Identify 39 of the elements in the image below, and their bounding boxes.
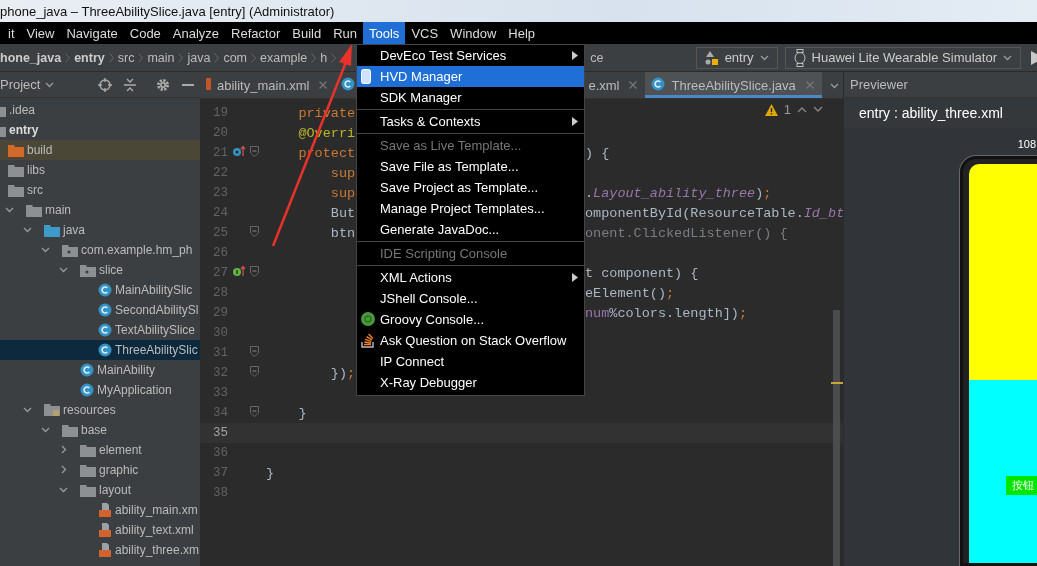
line-number: 27: [212, 266, 229, 280]
line-number: 26: [212, 246, 229, 260]
code-text: eElement();: [585, 285, 675, 301]
resolution-label: 108: [1017, 138, 1036, 150]
line-number: 38: [212, 486, 229, 500]
line-number: 37: [212, 466, 229, 480]
code-text: }: [266, 465, 275, 481]
line-number: 32: [212, 366, 229, 380]
code-text: onent.ClickedListener() {: [585, 225, 788, 241]
line-number: 25: [212, 226, 229, 240]
code-text: But: [329, 205, 356, 221]
line-number: 20: [212, 126, 229, 140]
code-text: });: [329, 365, 356, 381]
line-number: 19: [212, 106, 229, 120]
line-number: 30: [212, 326, 229, 340]
code-text: sup: [329, 165, 356, 181]
line-number: 31: [212, 346, 229, 360]
line-number: 36: [212, 446, 229, 460]
code-text: ) {: [585, 145, 610, 161]
code-text: .Layout_ability_three);: [585, 185, 772, 201]
line-number: 34: [212, 406, 229, 420]
line-number: 29: [212, 306, 229, 320]
line-number: 22: [212, 166, 229, 180]
code-text: btn: [329, 225, 356, 241]
window-title: phone_java – ThreeAbilitySlice.java [entry] (Administrator): [0, 3, 335, 19]
preview-file: entry : ability_three.xml: [859, 105, 1003, 121]
code-text: num%colors.length]);: [585, 305, 748, 321]
warning-count: 1: [783, 102, 791, 117]
line-number: 33: [212, 386, 229, 400]
panel-title: Previewer: [850, 77, 908, 92]
code-text: }: [297, 405, 307, 421]
line-number: 23: [212, 186, 229, 200]
code-text: t component) {: [585, 265, 699, 281]
line-number: 35: [212, 426, 229, 440]
line-number: 28: [212, 286, 229, 300]
code-text: omponentById(ResourceTable.Id_bt: [585, 205, 843, 221]
line-number: 21: [212, 146, 229, 160]
line-number: 24: [212, 206, 229, 220]
code-text: sup: [329, 185, 356, 201]
